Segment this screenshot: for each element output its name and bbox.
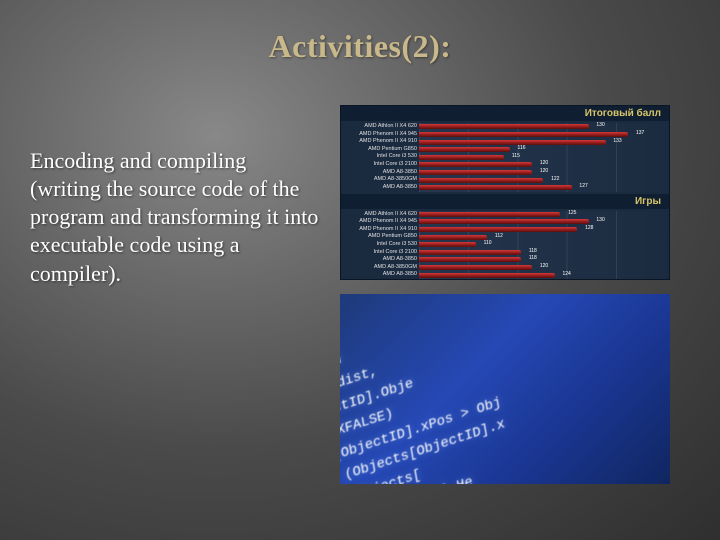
chart-bar: 133 (419, 140, 606, 145)
chart-category-label: Intel Core i3 2100 (345, 162, 417, 168)
text-column: Encoding and compiling (writing the sour… (30, 105, 340, 484)
slide-title: Activities(2): (0, 0, 720, 65)
chart-category-label: AMD A8-3850 (345, 257, 417, 263)
chart-category-label: AMD Phenom II X4 910 (345, 227, 417, 233)
chart-category-label: AMD Phenom II X4 910 (345, 139, 417, 145)
chart-category-label: Intel Core i3 530 (345, 154, 417, 160)
chart-bar: 120 (419, 162, 532, 167)
chart-category-label: AMD Phenom II X4 945 (345, 132, 417, 138)
chart-category-label: AMD Pentium G850 (345, 234, 417, 240)
chart-bar: 118 (419, 257, 521, 262)
chart-category-label: AMD A8-3850 (345, 185, 417, 191)
chart-category-label: AMD Athlon II X4 620 (345, 124, 417, 130)
source-code-image: tNetwork(invxdist, vydist,ects[ObjectID]… (340, 294, 670, 484)
chart-category-label: Intel Core i3 530 (345, 242, 417, 248)
chart-title-2: Игры (341, 194, 669, 209)
body-paragraph: Encoding and compiling (writing the sour… (30, 147, 320, 288)
chart-bar: 128 (419, 227, 577, 232)
chart-category-label: Intel Core i3 2100 (345, 250, 417, 256)
chart-bar: 127 (419, 185, 572, 190)
chart-category-label: AMD A8-3850 (345, 272, 417, 278)
chart-bar: 120 (419, 265, 532, 270)
chart-bar: 120 (419, 170, 532, 175)
benchmark-chart-image: Итоговый балл AMD Athlon II X4 620AMD Ph… (340, 105, 670, 280)
chart-bar: 124 (419, 273, 555, 278)
code-text: tNetwork(invxdist, vydist,ects[ObjectID]… (340, 294, 670, 484)
chart-bar: 130 (419, 219, 589, 224)
chart-title-1: Итоговый балл (341, 106, 669, 121)
chart-1-body: AMD Athlon II X4 620 AMD Phenom II X4 945… (341, 121, 669, 194)
content-area: Encoding and compiling (writing the sour… (0, 105, 720, 484)
chart-bar: 110 (419, 242, 476, 247)
image-column: Итоговый балл AMD Athlon II X4 620AMD Ph… (340, 105, 690, 484)
chart-category-label: AMD Phenom II X4 945 (345, 219, 417, 225)
chart-2-body: AMD Athlon II X4 620AMD Phenom II X4 945… (341, 209, 669, 281)
chart-bar: 137 (419, 132, 628, 137)
chart-bar: 125 (419, 212, 560, 217)
chart-category-label: AMD A8-3850 (345, 170, 417, 176)
chart-bar: 130 (419, 124, 589, 129)
chart-bar: 122 (419, 178, 543, 183)
chart-bar: 112 (419, 235, 487, 240)
chart-bar: 118 (419, 250, 521, 255)
chart-category-label: AMD A8-3850GM (345, 177, 417, 183)
chart-bar: 116 (419, 147, 510, 152)
chart-category-label: AMD Athlon II X4 620 (345, 212, 417, 218)
chart-bar: 115 (419, 155, 504, 160)
chart-category-label: AMD A8-3850GM (345, 265, 417, 271)
chart-category-label: AMD Pentium G850 (345, 147, 417, 153)
